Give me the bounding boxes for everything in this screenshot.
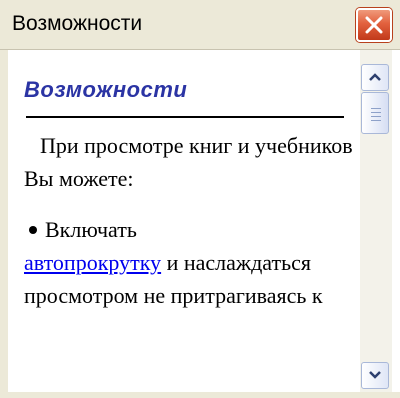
scroll-thumb[interactable] bbox=[361, 92, 389, 134]
title-bar[interactable]: Возможности bbox=[0, 0, 400, 50]
arrow-up-icon bbox=[369, 73, 381, 81]
content-area: Возможности При просмотре книг и учебник… bbox=[8, 50, 360, 392]
thumb-grip-line bbox=[371, 116, 381, 117]
thumb-grip-line bbox=[371, 112, 381, 113]
bullet-prefix: Включать bbox=[45, 217, 137, 242]
window-frame-left bbox=[0, 50, 8, 398]
thumb-grip-line bbox=[371, 120, 381, 121]
arrow-down-icon bbox=[369, 371, 381, 379]
autoscroll-link[interactable]: автопрокрутку bbox=[24, 250, 161, 275]
close-button[interactable] bbox=[356, 8, 392, 42]
vertical-scrollbar[interactable] bbox=[360, 50, 392, 392]
window-title: Возможности bbox=[12, 12, 143, 35]
body-text: При просмотре книг и учебников Вы можете… bbox=[24, 129, 356, 312]
close-icon bbox=[365, 16, 383, 34]
scroll-down-button[interactable] bbox=[361, 362, 389, 389]
scroll-up-button[interactable] bbox=[361, 64, 389, 91]
window-frame-bottom bbox=[0, 392, 400, 398]
bullet-icon bbox=[29, 225, 37, 234]
bullet-item: Включать автопрокрутку и наслаждаться пр… bbox=[24, 213, 356, 312]
heading-divider bbox=[26, 116, 344, 118]
intro-paragraph: При просмотре книг и учебников Вы можете… bbox=[24, 133, 353, 191]
section-heading: Возможности bbox=[24, 77, 188, 102]
thumb-grip-line bbox=[371, 108, 381, 109]
